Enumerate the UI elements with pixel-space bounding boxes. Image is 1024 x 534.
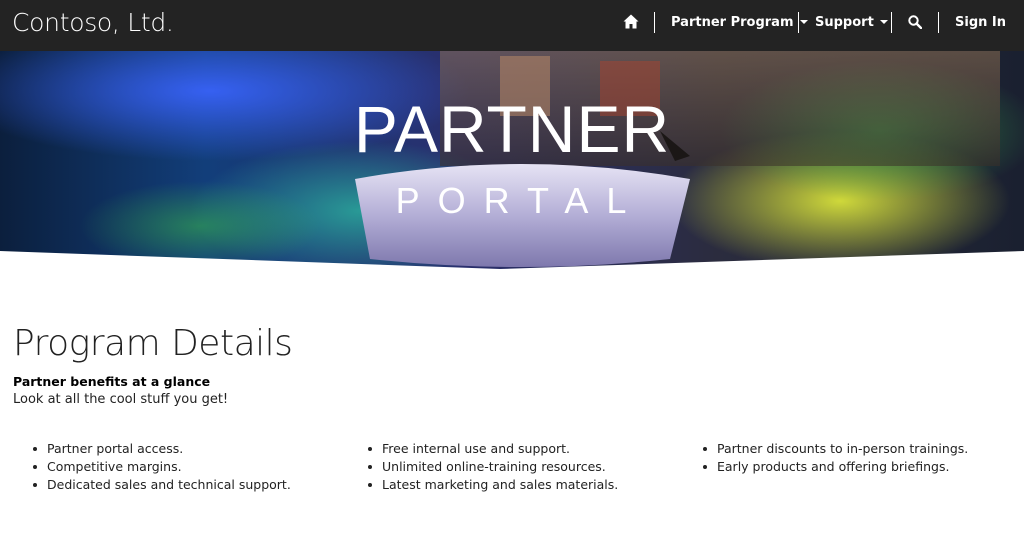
list-item: Partner discounts to in-person trainings… — [703, 440, 1024, 458]
nav-partner-program[interactable]: Partner Program — [671, 0, 808, 46]
main-nav: Partner Program Support Sign In — [604, 0, 1024, 51]
nav-divider — [938, 12, 939, 33]
list-item: Free internal use and support. — [368, 440, 698, 458]
benefits-column-3: Partner discounts to in-person trainings… — [703, 440, 1024, 476]
section-description: Look at all the cool stuff you get! — [13, 392, 229, 407]
home-icon[interactable] — [623, 14, 639, 31]
hero-title-line2: PORTAL — [395, 180, 645, 221]
benefits-column-2: Free internal use and support. Unlimited… — [368, 440, 698, 494]
list-item: Early products and offering briefings. — [703, 458, 1024, 476]
hero-title-line1: PARTNER — [353, 92, 671, 166]
brand-logo[interactable]: Contoso, Ltd. — [12, 7, 174, 39]
page-title: Program Details — [13, 323, 293, 364]
nav-divider — [891, 12, 892, 33]
nav-support[interactable]: Support — [815, 0, 888, 46]
search-icon[interactable] — [908, 15, 922, 30]
nav-divider — [798, 12, 799, 33]
nav-divider — [654, 12, 655, 33]
hero-banner: PARTNER PORTAL — [0, 51, 1024, 271]
list-item: Latest marketing and sales materials. — [368, 476, 698, 494]
top-navbar: Contoso, Ltd. Partner Program Support Si… — [0, 0, 1024, 51]
chevron-down-icon — [799, 19, 808, 24]
chevron-down-icon — [879, 19, 888, 24]
list-item: Dedicated sales and technical support. — [33, 476, 363, 494]
benefits-column-1: Partner portal access. Competitive margi… — [33, 440, 363, 494]
list-item: Competitive margins. — [33, 458, 363, 476]
program-details-section: Program Details Partner benefits at a gl… — [13, 320, 1013, 409]
section-subtitle: Partner benefits at a glance — [13, 374, 211, 389]
list-item: Unlimited online-training resources. — [368, 458, 698, 476]
list-item: Partner portal access. — [33, 440, 363, 458]
nav-partner-program-label: Partner Program — [671, 15, 794, 30]
sign-in-link[interactable]: Sign In — [955, 0, 1006, 46]
nav-support-label: Support — [815, 15, 874, 30]
